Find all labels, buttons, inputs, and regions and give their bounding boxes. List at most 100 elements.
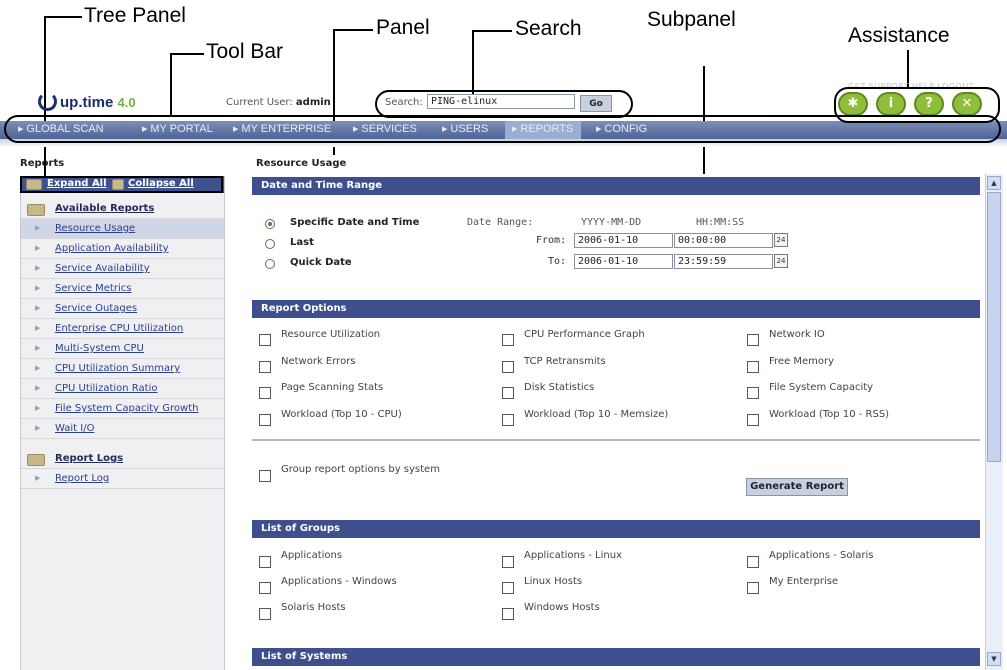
checkbox-group-applications-solaris[interactable] xyxy=(747,556,759,568)
checkbox-group-solaris-hosts[interactable] xyxy=(259,608,271,620)
option-label: Workload (Top 10 - Memsize) xyxy=(524,409,669,420)
checkbox-group-windows-hosts[interactable] xyxy=(502,608,514,620)
triangle-right-icon: ▶ xyxy=(35,304,41,312)
to-label: To: xyxy=(548,256,567,267)
triangle-right-icon: ▶ xyxy=(35,364,41,372)
checkbox-free-memory[interactable] xyxy=(747,361,759,373)
scrollbar-thumb[interactable] xyxy=(987,192,1001,462)
generate-report-button[interactable]: Generate Report xyxy=(746,478,848,496)
tree-item-service-outages[interactable]: ▶ Service Outages xyxy=(21,299,224,319)
triangle-right-icon: ▶ xyxy=(35,474,41,482)
triangle-right-icon: ▶ xyxy=(35,224,41,232)
from-time-field[interactable]: 00:00:00 xyxy=(674,233,773,248)
radio-specific-date[interactable] xyxy=(265,219,275,229)
tree-panel-title: Reports xyxy=(20,158,65,169)
triangle-right-icon: ▶ xyxy=(35,344,41,352)
tree-item-cpu-ratio[interactable]: ▶ CPU Utilization Ratio xyxy=(21,379,224,399)
radio-quick-date[interactable] xyxy=(265,259,275,269)
checkbox-group-applications-windows[interactable] xyxy=(259,582,271,594)
checkbox-group-applications-linux[interactable] xyxy=(502,556,514,568)
scroll-up-icon[interactable]: ▲ xyxy=(987,176,1001,190)
calendar-icon[interactable]: 24 xyxy=(774,254,788,268)
tree-item-resource-usage[interactable]: ▶ Resource Usage xyxy=(21,219,224,239)
folder-open-icon xyxy=(27,454,45,466)
option-label: Resource Utilization xyxy=(281,329,381,340)
option-label: Workload (Top 10 - RSS) xyxy=(769,409,890,420)
group-label: Windows Hosts xyxy=(524,602,600,613)
callout-subpanel: Subpanel xyxy=(647,8,736,31)
tree-group-report-logs[interactable]: Report Logs xyxy=(21,449,224,469)
checkbox-group-my-enterprise[interactable] xyxy=(747,582,759,594)
option-label: File System Capacity xyxy=(769,382,874,393)
tree-item-cpu-summary[interactable]: ▶ CPU Utilization Summary xyxy=(21,359,224,379)
page-title: Resource Usage xyxy=(256,158,347,169)
tree-item-application-availability[interactable]: ▶ Application Availability xyxy=(21,239,224,259)
option-label: TCP Retransmits xyxy=(524,356,606,367)
checkbox-tcp-retransmits[interactable] xyxy=(502,361,514,373)
to-time-field[interactable]: 23:59:59 xyxy=(674,254,773,269)
radio-last-label: Last xyxy=(290,237,314,248)
checkbox-workload-memsize[interactable] xyxy=(502,414,514,426)
option-label: Network IO xyxy=(769,329,825,340)
app-logo: up.time 4.0 xyxy=(38,92,136,111)
tree-item-multi-system-cpu[interactable]: ▶ Multi-System CPU xyxy=(21,339,224,359)
subpanel-header-systems: List of Systems xyxy=(252,648,980,666)
tree-item-service-metrics[interactable]: ▶ Service Metrics xyxy=(21,279,224,299)
checkbox-page-scanning[interactable] xyxy=(259,387,271,399)
checkbox-group-linux-hosts[interactable] xyxy=(502,582,514,594)
tree-item-fs-capacity-growth[interactable]: ▶ File System Capacity Growth xyxy=(21,399,224,419)
option-label: Disk Statistics xyxy=(524,382,595,393)
group-label: Linux Hosts xyxy=(524,576,583,587)
option-label: Free Memory xyxy=(769,356,835,367)
time-format-hint: HH:MM:SS xyxy=(696,217,745,228)
checkbox-workload-cpu[interactable] xyxy=(259,414,271,426)
divider xyxy=(252,439,980,441)
callout-line xyxy=(472,30,474,96)
callout-line xyxy=(170,53,204,55)
checkbox-fs-capacity[interactable] xyxy=(747,387,759,399)
option-label: Page Scanning Stats xyxy=(281,382,384,393)
vertical-scrollbar[interactable]: ▲ ▼ xyxy=(985,174,1003,670)
date-format-hint: YYYY-MM-DD xyxy=(581,217,642,228)
to-date-field[interactable]: 2006-01-10 xyxy=(574,254,673,269)
triangle-right-icon: ▶ xyxy=(35,424,41,432)
group-label: Applications xyxy=(281,550,343,561)
scroll-down-icon[interactable]: ▼ xyxy=(987,652,1001,666)
group-label: Solaris Hosts xyxy=(281,602,346,613)
triangle-right-icon: ▶ xyxy=(35,404,41,412)
checkbox-group-applications[interactable] xyxy=(259,556,271,568)
radio-quick-label: Quick Date xyxy=(290,257,352,268)
calendar-icon[interactable]: 24 xyxy=(774,233,788,247)
triangle-right-icon: ▶ xyxy=(35,384,41,392)
tree-group-available-reports[interactable]: Available Reports xyxy=(21,199,224,219)
from-label: From: xyxy=(536,235,567,246)
radio-last[interactable] xyxy=(265,239,275,249)
date-range-label: Date Range: xyxy=(467,217,534,228)
tree-item-service-availability[interactable]: ▶ Service Availability xyxy=(21,259,224,279)
checkbox-cpu-performance-graph[interactable] xyxy=(502,334,514,346)
subpanel-header-groups: List of Groups xyxy=(252,520,980,538)
callout-line xyxy=(44,16,82,18)
group-by-label: Group report options by system xyxy=(281,464,440,475)
callout-panel: Panel xyxy=(376,16,430,39)
search-callout-outline xyxy=(375,90,633,118)
checkbox-resource-utilization[interactable] xyxy=(259,334,271,346)
tree-item-wait-io[interactable]: ▶ Wait I/O xyxy=(21,419,224,439)
checkbox-network-errors[interactable] xyxy=(259,361,271,373)
checkbox-disk-statistics[interactable] xyxy=(502,387,514,399)
callout-tool-bar: Tool Bar xyxy=(206,40,284,63)
tree-item-enterprise-cpu[interactable]: ▶ Enterprise CPU Utilization xyxy=(21,319,224,339)
triangle-right-icon: ▶ xyxy=(35,244,41,252)
triangle-right-icon: ▶ xyxy=(35,264,41,272)
group-label: Applications - Windows xyxy=(281,576,397,587)
callout-tree-panel: Tree Panel xyxy=(84,4,186,27)
checkbox-workload-rss[interactable] xyxy=(747,414,759,426)
from-date-field[interactable]: 2006-01-10 xyxy=(574,233,673,248)
checkbox-group-by-system[interactable] xyxy=(259,470,271,482)
callout-line xyxy=(333,29,373,31)
callout-search: Search xyxy=(515,17,582,40)
radio-specific-label: Specific Date and Time xyxy=(290,217,420,228)
tree-item-report-log[interactable]: ▶ Report Log xyxy=(21,469,224,489)
checkbox-network-io[interactable] xyxy=(747,334,759,346)
current-user: Current User: admin xyxy=(226,97,331,108)
